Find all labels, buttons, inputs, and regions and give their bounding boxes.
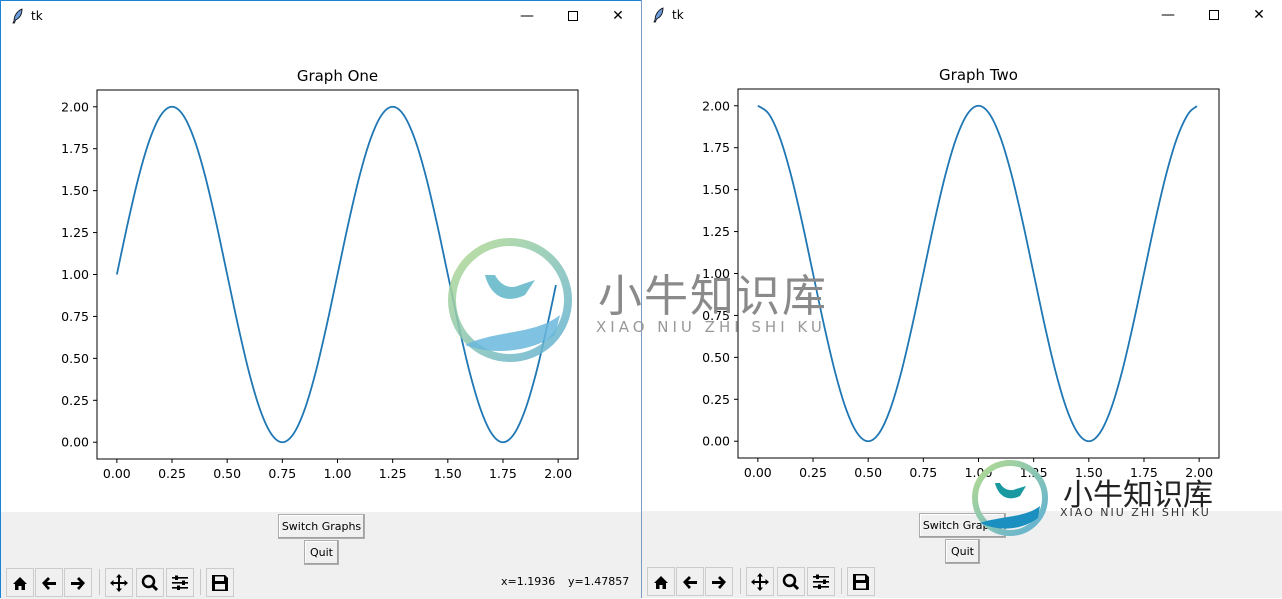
x-tick-label: 0.25 — [158, 466, 186, 481]
switch-graphs-button[interactable]: Switch Graphs — [919, 513, 1006, 538]
x-tick-label: 0.00 — [744, 465, 772, 480]
x-tick-label: 1.00 — [965, 465, 993, 480]
y-tick-label: 0.50 — [702, 350, 730, 365]
x-tick-label: 0.50 — [213, 466, 241, 481]
cursor-x-readout: x=1.1936 — [501, 575, 556, 588]
y-tick-label: 0.00 — [61, 435, 89, 450]
x-tick-label: 0.00 — [103, 466, 131, 481]
pan-icon — [751, 572, 769, 591]
home-icon — [13, 576, 27, 590]
toolbar-separator — [841, 568, 842, 594]
minimize-button[interactable]: — — [504, 1, 550, 31]
x-tick-label: 1.50 — [434, 466, 462, 481]
zoom-button[interactable] — [136, 568, 164, 597]
toolbar-separator — [200, 569, 201, 595]
axes-frame — [737, 88, 1220, 459]
x-tick-label: 0.75 — [268, 466, 296, 481]
quit-button[interactable]: Quit — [945, 539, 980, 564]
y-tick-label: 1.50 — [61, 183, 89, 198]
y-tick-label: 0.00 — [702, 434, 730, 449]
y-tick-label: 1.25 — [702, 224, 730, 239]
save-button[interactable] — [847, 567, 875, 596]
chart-title: Graph One — [297, 67, 378, 85]
x-tick-label: 1.75 — [1130, 465, 1158, 480]
y-tick-label: 1.50 — [702, 182, 730, 197]
y-tick-label: 0.50 — [61, 351, 89, 366]
y-tick-label: 1.75 — [61, 141, 89, 156]
close-button[interactable]: ✕ — [595, 1, 641, 31]
toolbar-separator — [740, 568, 741, 594]
x-tick-label: 2.00 — [1185, 465, 1213, 480]
save-icon — [212, 574, 228, 591]
back-arrow-button[interactable] — [35, 568, 63, 597]
home-button[interactable] — [647, 567, 675, 596]
y-tick-label: 1.00 — [61, 267, 89, 282]
x-tick-label: 0.75 — [909, 465, 937, 480]
y-tick-label: 0.75 — [702, 308, 730, 323]
maximize-button[interactable] — [550, 1, 596, 31]
plot-canvas[interactable]: Graph Two 0.00 0.25 0.50 0.75 1.00 1.25 1.50 1.7… — [642, 30, 1282, 511]
switch-graphs-button[interactable]: Switch Graphs — [278, 514, 365, 539]
quit-button[interactable]: Quit — [304, 540, 339, 565]
x-tick-label: 0.50 — [854, 465, 882, 480]
pan-button[interactable] — [746, 567, 774, 596]
window-graph-two: tk — ✕ Graph Two 0.00 0.25 0.50 0.75 1.00 1.25… — [641, 0, 1282, 598]
x-tick-label: 1.75 — [489, 466, 517, 481]
window-title: tk — [672, 8, 684, 22]
forward-arrow-icon — [71, 576, 85, 590]
x-tick-label: 0.25 — [799, 465, 827, 480]
y-tick-label: 1.25 — [61, 225, 89, 240]
toolbar-separator — [99, 569, 100, 595]
minimize-button[interactable]: — — [1145, 0, 1191, 30]
forward-arrow-button[interactable] — [64, 568, 92, 597]
home-button[interactable] — [6, 568, 34, 597]
maximize-button[interactable] — [1191, 0, 1237, 30]
back-arrow-icon — [683, 575, 697, 589]
tk-feather-icon — [653, 7, 664, 23]
home-icon — [654, 575, 668, 589]
y-tick-label: 0.25 — [61, 393, 89, 408]
cursor-y-readout: y=1.47857 — [568, 575, 630, 588]
chart-title: Graph Two — [939, 66, 1018, 84]
x-tick-label: 2.00 — [544, 466, 572, 481]
back-arrow-icon — [42, 576, 56, 590]
y-tick-label: 1.00 — [702, 266, 730, 281]
zoom-button[interactable] — [777, 567, 805, 596]
title-bar: tk — ✕ — [1, 1, 641, 31]
title-bar: tk — ✕ — [642, 0, 1282, 30]
subplots-button[interactable] — [166, 568, 194, 597]
forward-arrow-icon — [712, 575, 726, 589]
tk-feather-icon — [12, 8, 23, 24]
subplots-icon — [813, 574, 829, 589]
window-title: tk — [31, 9, 43, 23]
save-button[interactable] — [206, 568, 234, 597]
y-tick-label: 2.00 — [61, 99, 89, 114]
subplots-icon — [172, 575, 188, 590]
zoom-icon — [141, 574, 159, 591]
y-tick-label: 0.75 — [61, 309, 89, 324]
x-tick-label: 1.25 — [1020, 465, 1048, 480]
close-button[interactable]: ✕ — [1236, 0, 1282, 30]
save-icon — [853, 573, 869, 590]
y-tick-label: 1.75 — [702, 140, 730, 155]
plot-canvas[interactable]: Graph One 0.00 0.25 0.50 0.75 1.00 1.25 1.50 1.7… — [1, 31, 641, 512]
y-tick-label: 0.25 — [702, 392, 730, 407]
back-arrow-button[interactable] — [676, 567, 704, 596]
pan-button[interactable] — [105, 568, 133, 597]
x-tick-label: 1.00 — [324, 466, 352, 481]
x-tick-label: 1.50 — [1075, 465, 1103, 480]
x-tick-label: 1.25 — [379, 466, 407, 481]
y-tick-label: 2.00 — [702, 98, 730, 113]
forward-arrow-button[interactable] — [705, 567, 733, 596]
zoom-icon — [782, 573, 800, 590]
subplots-button[interactable] — [807, 567, 835, 596]
window-graph-one: tk — ✕ Graph One 0.00 0.25 0.50 0.75 1.00 1.25… — [0, 0, 641, 599]
pan-icon — [110, 573, 128, 592]
